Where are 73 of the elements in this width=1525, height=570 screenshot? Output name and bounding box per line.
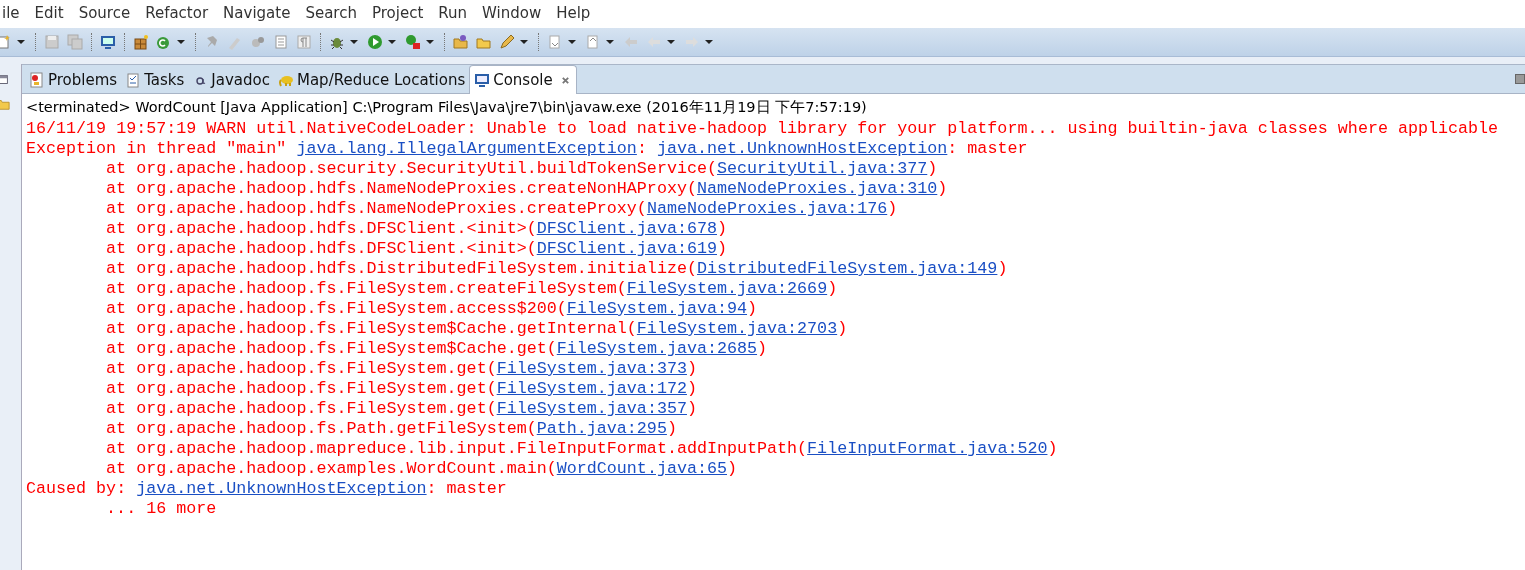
tab[interactable]: Map/Reduce Locations <box>274 67 470 93</box>
source-link[interactable]: FileSystem.java:94 <box>566 299 748 318</box>
source-link[interactable]: FileSystem.java:2685 <box>556 339 758 358</box>
package-icon[interactable] <box>133 34 149 50</box>
source-link[interactable]: FileSystem.java:2669 <box>626 279 828 298</box>
console-line: at org.apache.hadoop.mapreduce.lib.input.FileInputFormat.addInputPath(FileInputFormat.java:520) <box>105 439 1059 459</box>
menu-item[interactable]: Search <box>297 3 364 22</box>
external-tools-icon[interactable] <box>405 34 421 50</box>
close-icon[interactable] <box>560 75 570 85</box>
source-link[interactable]: DFSClient.java:619 <box>536 239 717 258</box>
console-line: Caused by: java.net.UnknownHostException: master <box>26 479 508 499</box>
console-line: at org.apache.hadoop.hdfs.NameNodeProxies.createNonHAProxy(NameNodeProxies.java:310) <box>105 179 949 199</box>
clipboard-icon <box>125 72 142 88</box>
console-line: at org.apache.hadoop.fs.FileSystem$Cache.getInternal(FileSystem.java:2703) <box>105 319 849 339</box>
tab[interactable]: Console <box>469 65 577 94</box>
menu-item[interactable]: Edit <box>26 3 71 22</box>
console-line: at org.apache.hadoop.examples.WordCount.main(WordCount.java:65) <box>105 459 738 479</box>
console-line: ... 16 more <box>105 499 218 519</box>
run-icon[interactable] <box>367 34 383 50</box>
source-link[interactable]: Path.java:295 <box>536 419 667 438</box>
class-icon[interactable] <box>156 34 172 50</box>
console-header: <terminated> WordCount [Java Application] C:\Program Files\Java\jre7\bin\javaw.exe (2016年11月19日 下午7:57:19) <box>25 98 868 117</box>
console-line: at org.apache.hadoop.fs.FileSystem.createFileSystem(FileSystem.java:2669) <box>105 279 839 299</box>
console-line: at org.apache.hadoop.fs.FileSystem.get(FileSystem.java:373) <box>105 359 698 379</box>
source-link[interactable]: FileSystem.java:2703 <box>636 319 838 338</box>
menu-item[interactable]: Source <box>70 3 138 22</box>
pencil-icon[interactable] <box>499 34 515 50</box>
menu-item[interactable]: Navigate <box>215 3 298 22</box>
open-folder-icon[interactable] <box>453 34 469 50</box>
source-link[interactable]: java.lang.IllegalArgumentException <box>296 139 637 158</box>
document-error-icon <box>29 72 45 88</box>
menu-item[interactable]: Help <box>548 3 598 22</box>
tab[interactable]: Problems <box>25 67 122 93</box>
source-link[interactable]: FileInputFormat.java:520 <box>807 439 1048 458</box>
menu-item[interactable]: Run <box>430 3 475 22</box>
menu-item[interactable]: Window <box>474 3 549 22</box>
console-line: at org.apache.hadoop.security.SecurityUtil.buildTokenService(SecurityUtil.java:377) <box>105 159 939 179</box>
console-line: at org.apache.hadoop.hdfs.NameNodeProxies.createProxy(NameNodeProxies.java:176) <box>105 199 899 219</box>
console-line: at org.apache.hadoop.hdfs.DistributedFileSystem.initialize(DistributedFileSystem.java:149) <box>105 259 1009 279</box>
console-line: at org.apache.hadoop.fs.FileSystem$Cache.get(FileSystem.java:2685) <box>105 339 769 359</box>
console-line: Exception in thread "main" java.lang.IllegalArgumentException: java.net.UnknownHostException: master <box>26 139 1029 159</box>
monitor-icon[interactable] <box>100 34 116 50</box>
tab[interactable]: Tasks <box>121 67 189 93</box>
monitor-icon <box>474 72 491 88</box>
console-line: at org.apache.hadoop.hdfs.DFSClient.<init>(DFSClient.java:678) <box>105 219 728 239</box>
source-link[interactable]: DistributedFileSystem.java:149 <box>696 259 998 278</box>
source-link[interactable]: DFSClient.java:678 <box>536 219 717 238</box>
source-link[interactable]: FileSystem.java:373 <box>496 359 687 378</box>
console-line: at org.apache.hadoop.fs.Path.getFileSystem(Path.java:295) <box>105 419 678 439</box>
previous-annotation-icon[interactable] <box>585 34 601 50</box>
source-link[interactable]: NameNodeProxies.java:176 <box>646 199 888 218</box>
console-line: at org.apache.hadoop.fs.FileSystem.access$200(FileSystem.java:94) <box>105 299 759 319</box>
menu-item[interactable]: Project <box>363 3 431 22</box>
source-link[interactable]: java.net.UnknownHostException <box>656 139 948 158</box>
console-line: 16/11/19 19:57:19 WARN util.NativeCodeLoader: Unable to load native-hadoop library for your platform... using builtin-java classes where applicable <box>26 119 1500 139</box>
tab[interactable]: Javadoc <box>188 67 274 93</box>
menu-item[interactable]: Refactor <box>137 3 216 22</box>
next-annotation-icon[interactable] <box>547 34 563 50</box>
new-file-icon[interactable] <box>0 34 12 50</box>
source-link[interactable]: WordCount.java:65 <box>556 459 727 478</box>
source-link[interactable]: NameNodeProxies.java:310 <box>696 179 938 198</box>
minimize-icon[interactable] <box>1515 74 1525 84</box>
console-line: at org.apache.hadoop.fs.FileSystem.get(FileSystem.java:172) <box>105 379 698 399</box>
console-line: at org.apache.hadoop.fs.FileSystem.get(FileSystem.java:357) <box>105 399 698 419</box>
menu-item[interactable]: ile <box>0 3 27 22</box>
console-line: at org.apache.hadoop.hdfs.DFSClient.<init>(DFSClient.java:619) <box>105 239 728 259</box>
source-link[interactable]: FileSystem.java:172 <box>496 379 687 398</box>
source-link[interactable]: SecurityUtil.java:377 <box>717 159 928 178</box>
list-icon[interactable] <box>273 34 289 50</box>
source-link[interactable]: FileSystem.java:357 <box>496 399 687 418</box>
paragraph-icon[interactable] <box>296 34 312 50</box>
source-link[interactable]: java.net.UnknownHostException <box>136 479 427 498</box>
gears-icon[interactable] <box>250 34 266 50</box>
